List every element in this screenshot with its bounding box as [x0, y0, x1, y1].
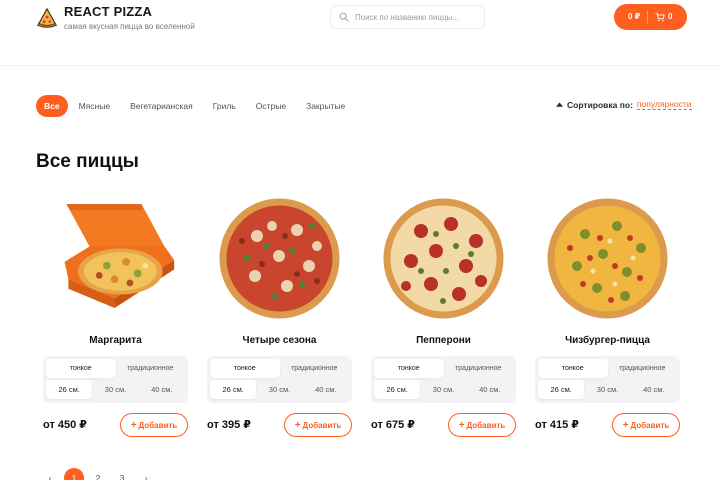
size-30[interactable]: 30 см. — [92, 380, 138, 399]
plus-icon: + — [622, 419, 629, 431]
pizza-price: от 450 ₽ — [43, 419, 87, 431]
dough-traditional[interactable]: традиционное — [608, 359, 678, 378]
category-closed[interactable]: Закрытые — [297, 95, 354, 117]
size-30[interactable]: 30 см. — [420, 380, 466, 399]
pizza-options: тонкое традиционное 26 см. 30 см. 40 см. — [535, 356, 680, 403]
category-vegetarian[interactable]: Вегетарианская — [121, 95, 202, 117]
search-input[interactable] — [355, 12, 475, 22]
category-grill[interactable]: Гриль — [204, 95, 245, 117]
sort-value[interactable]: популярности — [636, 99, 692, 110]
pizza-name: Четыре сезона — [242, 335, 317, 346]
pizza-image — [383, 198, 504, 319]
pizza-card: Пепперони тонкое традиционное 26 см. 30 … — [371, 196, 516, 441]
category-spicy[interactable]: Острые — [247, 95, 295, 117]
dough-thin[interactable]: тонкое — [46, 359, 116, 378]
cart-button[interactable]: 0 ₽ 0 — [614, 4, 687, 30]
pizza-price: от 395 ₽ — [207, 419, 251, 431]
add-label: Добавить — [138, 420, 178, 430]
dough-type-row: тонкое традиционное — [374, 359, 513, 378]
page-title: Все пиццы — [36, 151, 139, 172]
pizza-name: Маргарита — [89, 335, 142, 346]
header: REACT PIZZA самая вкусная пицца во вселе… — [0, 0, 720, 66]
pagination-page-3[interactable]: 3 — [112, 468, 132, 480]
dough-traditional[interactable]: традиционное — [444, 359, 514, 378]
add-label: Добавить — [630, 420, 670, 430]
pagination-page-2[interactable]: 2 — [88, 468, 108, 480]
pizza-card: Маргарита тонкое традиционное 26 см. 30 … — [43, 196, 188, 441]
pizza-image — [547, 198, 668, 319]
pizza-price: от 415 ₽ — [535, 419, 579, 431]
plus-icon: + — [294, 419, 301, 431]
add-label: Добавить — [302, 420, 342, 430]
pizza-price: от 675 ₽ — [371, 419, 415, 431]
size-26[interactable]: 26 см. — [46, 380, 93, 399]
pizza-name: Пепперони — [416, 335, 471, 346]
cart-icon — [655, 12, 665, 22]
pizza-name: Чизбургер-пицца — [565, 335, 650, 346]
size-row: 26 см. 30 см. 40 см. — [374, 380, 513, 399]
size-40[interactable]: 40 см. — [467, 380, 513, 399]
dough-thin[interactable]: тонкое — [538, 359, 608, 378]
dough-thin[interactable]: тонкое — [210, 359, 280, 378]
pizza-card: Чизбургер-пицца тонкое традиционное 26 с… — [535, 196, 680, 441]
sort-control: Сортировка по: популярности — [556, 99, 692, 110]
search-icon — [339, 12, 349, 22]
sort-label: Сортировка по: — [567, 99, 633, 110]
plus-icon: + — [458, 419, 465, 431]
size-row: 26 см. 30 см. 40 см. — [210, 380, 349, 399]
pagination-next[interactable]: › — [136, 468, 156, 480]
size-row: 26 см. 30 см. 40 см. — [46, 380, 185, 399]
size-40[interactable]: 40 см. — [303, 380, 349, 399]
pagination-prev[interactable]: ‹ — [40, 468, 60, 480]
dough-type-row: тонкое традиционное — [46, 359, 185, 378]
size-row: 26 см. 30 см. 40 см. — [538, 380, 677, 399]
pizza-image — [219, 198, 340, 319]
size-26[interactable]: 26 см. — [538, 380, 585, 399]
caret-up-icon — [556, 102, 563, 107]
pizza-options: тонкое традиционное 26 см. 30 см. 40 см. — [371, 356, 516, 403]
add-button[interactable]: + Добавить — [448, 413, 516, 437]
add-button[interactable]: + Добавить — [120, 413, 188, 437]
search-box[interactable] — [330, 5, 485, 29]
pagination: ‹ 1 2 3 › — [40, 468, 160, 480]
pizza-image — [64, 204, 175, 309]
dough-traditional[interactable]: традиционное — [280, 359, 350, 378]
pizza-options: тонкое традиционное 26 см. 30 см. 40 см. — [207, 356, 352, 403]
pizza-slice-icon — [37, 7, 57, 28]
add-button[interactable]: + Добавить — [612, 413, 680, 437]
app-subtitle: самая вкусная пицца во вселенной — [64, 22, 195, 31]
add-button[interactable]: + Добавить — [284, 413, 352, 437]
category-tabs: Все Мясные Вегетарианская Гриль Острые З… — [36, 95, 356, 117]
size-30[interactable]: 30 см. — [256, 380, 302, 399]
dough-type-row: тонкое традиционное — [210, 359, 349, 378]
app-title: REACT PIZZA — [64, 4, 153, 19]
size-30[interactable]: 30 см. — [584, 380, 630, 399]
size-40[interactable]: 40 см. — [139, 380, 185, 399]
pagination-page-1[interactable]: 1 — [64, 468, 84, 480]
category-all[interactable]: Все — [36, 95, 68, 117]
dough-thin[interactable]: тонкое — [374, 359, 444, 378]
pizza-card: Четыре сезона тонкое традиционное 26 см.… — [207, 196, 352, 441]
cart-divider — [647, 10, 648, 24]
size-26[interactable]: 26 см. — [210, 380, 257, 399]
dough-type-row: тонкое традиционное — [538, 359, 677, 378]
dough-traditional[interactable]: традиционное — [116, 359, 186, 378]
category-meat[interactable]: Мясные — [70, 95, 119, 117]
pizza-options: тонкое традиционное 26 см. 30 см. 40 см. — [43, 356, 188, 403]
size-26[interactable]: 26 см. — [374, 380, 421, 399]
plus-icon: + — [130, 419, 137, 431]
size-40[interactable]: 40 см. — [631, 380, 677, 399]
cart-count: 0 — [668, 12, 673, 21]
cart-price: 0 ₽ — [628, 12, 641, 21]
logo[interactable]: REACT PIZZA самая вкусная пицца во вселе… — [36, 5, 195, 32]
add-label: Добавить — [466, 420, 506, 430]
